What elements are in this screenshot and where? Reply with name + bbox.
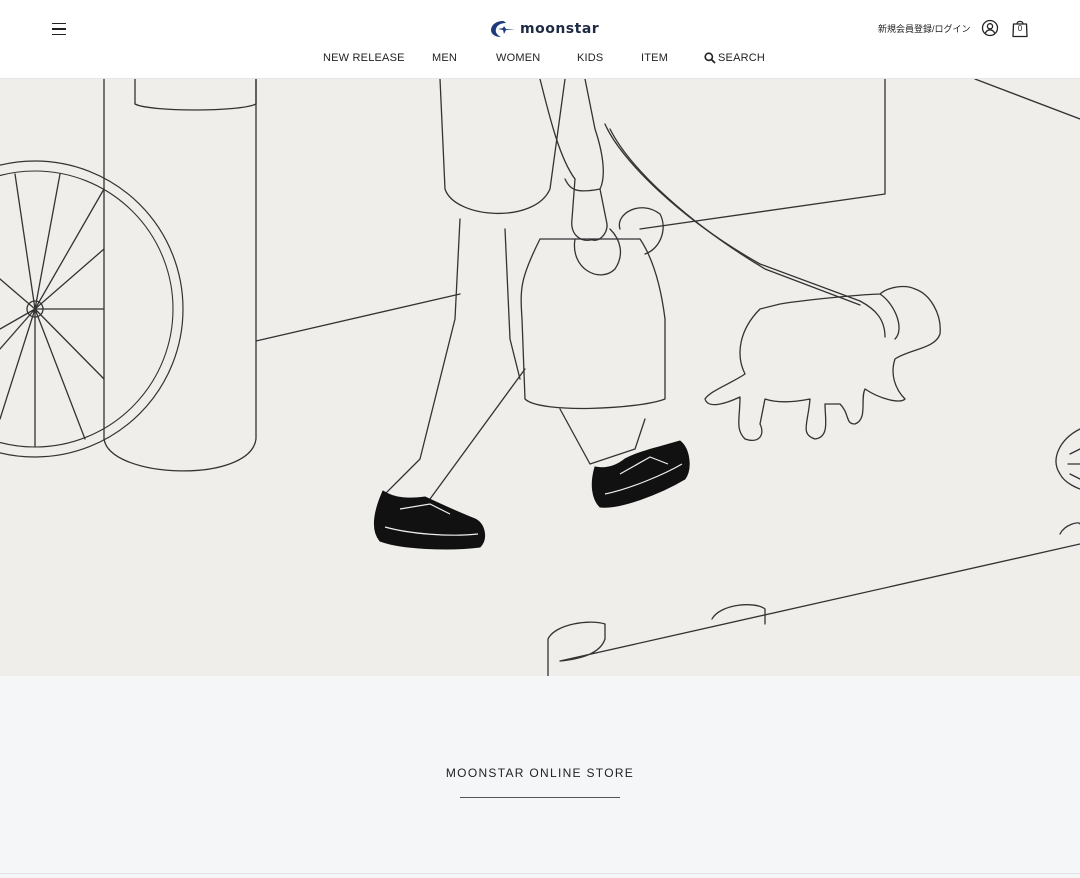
nav-search[interactable]: SEARCH: [704, 52, 765, 64]
moonstar-logo[interactable]: moonstar: [490, 17, 599, 41]
menu-icon[interactable]: [50, 20, 68, 38]
hero-illustration-art: [0, 79, 1080, 676]
nav-item[interactable]: ITEM: [641, 52, 668, 64]
cart-count: 0: [1017, 24, 1023, 33]
nav-men[interactable]: MEN: [432, 52, 457, 64]
section-divider: [0, 873, 1080, 874]
shopping-bag-icon[interactable]: 0: [1011, 19, 1029, 38]
user-icon[interactable]: [981, 19, 999, 37]
main-nav: NEW RELEASE MEN WOMEN KIDS ITEM SEARCH: [0, 52, 1080, 72]
store-title-divider: [460, 797, 620, 798]
nav-women[interactable]: WOMEN: [496, 52, 540, 64]
search-label: SEARCH: [718, 52, 766, 64]
logo-text: moonstar: [520, 21, 600, 37]
moonstar-logo-mark: [491, 21, 515, 37]
site-header: moonstar 新規会員登録/ログイン 0 NEW RELEASE MEN W…: [0, 0, 1080, 79]
store-title: MOONSTAR ONLINE STORE: [445, 766, 635, 780]
search-icon: [704, 52, 716, 64]
nav-kids[interactable]: KIDS: [577, 52, 603, 64]
hero-illustration[interactable]: [0, 79, 1080, 676]
register-login-link[interactable]: 新規会員登録/ログイン: [878, 22, 971, 35]
nav-new-release[interactable]: NEW RELEASE: [323, 52, 405, 64]
